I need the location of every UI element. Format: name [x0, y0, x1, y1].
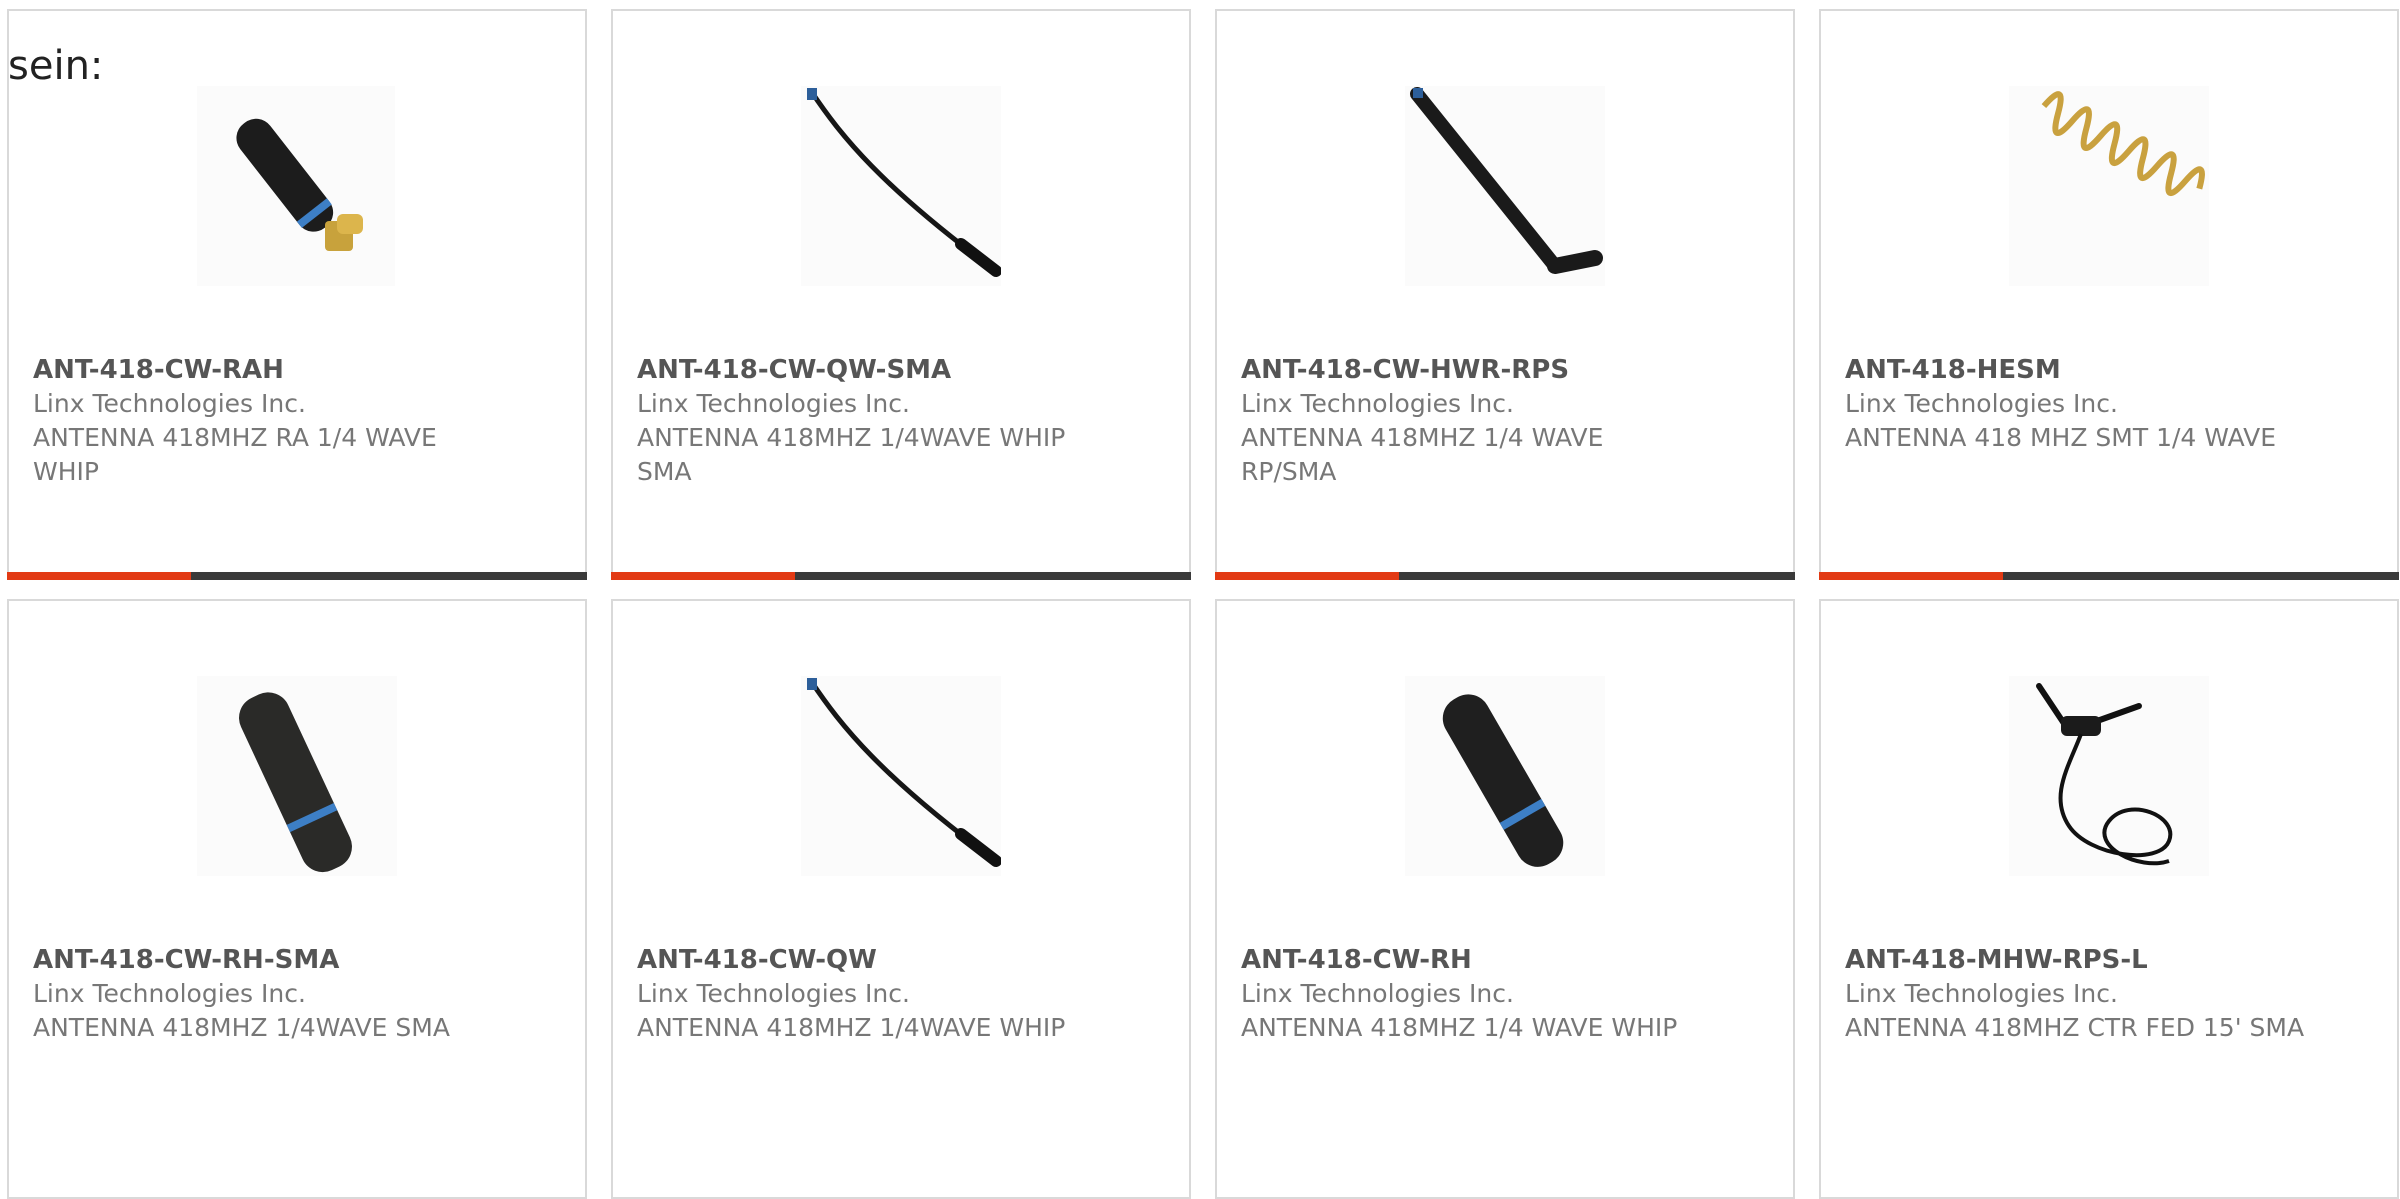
- part-number-link[interactable]: ANT-418-CW-RAH: [33, 353, 493, 387]
- part-number-link[interactable]: ANT-418-MHW-RPS-L: [1845, 943, 2305, 977]
- description: ANTENNA 418MHZ 1/4WAVE WHIP: [637, 1013, 1066, 1042]
- product-card[interactable]: ANT-418-CW-HWR-RPS Linx Technologies Inc…: [1215, 9, 1795, 580]
- product-image[interactable]: [1405, 86, 1605, 286]
- manufacturer: Linx Technologies Inc.: [33, 979, 306, 1008]
- antenna-helical-coil-icon: [2009, 86, 2209, 286]
- product-card[interactable]: ANT-418-CW-RH-SMA Linx Technologies Inc.…: [7, 599, 587, 1199]
- part-number-link[interactable]: ANT-418-HESM: [1845, 353, 2305, 387]
- antenna-stubby-icon: [197, 676, 397, 876]
- card-bar-accent: [1819, 572, 2003, 580]
- manufacturer: Linx Technologies Inc.: [33, 389, 306, 418]
- product-image[interactable]: [197, 86, 397, 286]
- manufacturer: Linx Technologies Inc.: [1845, 979, 2118, 1008]
- card-bar-accent: [1215, 572, 1399, 580]
- part-number-link[interactable]: ANT-418-CW-RH-SMA: [33, 943, 493, 977]
- antenna-hinged-whip-icon: [1405, 86, 1605, 286]
- product-card[interactable]: ANT-418-HESM Linx Technologies Inc. ANTE…: [1819, 9, 2399, 580]
- description: ANTENNA 418MHZ 1/4WAVE WHIP SMA: [637, 423, 1066, 486]
- card-bar-accent: [611, 572, 795, 580]
- product-image[interactable]: [2009, 676, 2209, 876]
- manufacturer: Linx Technologies Inc.: [637, 979, 910, 1008]
- part-number-link[interactable]: ANT-418-CW-HWR-RPS: [1241, 353, 1701, 387]
- product-grid: ANT-418-CW-RAH Linx Technologies Inc. AN…: [0, 0, 2400, 1199]
- description: ANTENNA 418 MHZ SMT 1/4 WAVE: [1845, 423, 2277, 452]
- product-card[interactable]: ANT-418-CW-RH Linx Technologies Inc. ANT…: [1215, 599, 1795, 1199]
- antenna-stubby-icon: [1405, 676, 1605, 876]
- description: ANTENNA 418MHZ CTR FED 15' SMA: [1845, 1013, 2305, 1042]
- card-bar: [611, 572, 1191, 580]
- product-card[interactable]: ANT-418-CW-QW-SMA Linx Technologies Inc.…: [611, 9, 1191, 580]
- description: ANTENNA 418MHZ RA 1/4 WAVE WHIP: [33, 423, 437, 486]
- product-image[interactable]: [801, 676, 1001, 876]
- part-number-link[interactable]: ANT-418-CW-QW: [637, 943, 1097, 977]
- product-image[interactable]: [801, 86, 1001, 286]
- manufacturer: Linx Technologies Inc.: [1241, 979, 1514, 1008]
- manufacturer: Linx Technologies Inc.: [1845, 389, 2118, 418]
- antenna-right-angle-stubby-icon: [197, 86, 395, 286]
- intro-text: sein:: [8, 43, 104, 89]
- manufacturer: Linx Technologies Inc.: [637, 389, 910, 418]
- product-card[interactable]: ANT-418-MHW-RPS-L Linx Technologies Inc.…: [1819, 599, 2399, 1199]
- part-number-link[interactable]: ANT-418-CW-QW-SMA: [637, 353, 1097, 387]
- product-card[interactable]: ANT-418-CW-QW Linx Technologies Inc. ANT…: [611, 599, 1191, 1199]
- description: ANTENNA 418MHZ 1/4WAVE SMA: [33, 1013, 450, 1042]
- product-card[interactable]: ANT-418-CW-RAH Linx Technologies Inc. AN…: [7, 9, 587, 580]
- card-bar: [1215, 572, 1795, 580]
- description: ANTENNA 418MHZ 1/4 WAVE WHIP: [1241, 1013, 1678, 1042]
- part-number-link[interactable]: ANT-418-CW-RH: [1241, 943, 1701, 977]
- card-bar-accent: [7, 572, 191, 580]
- antenna-thin-whip-icon: [801, 86, 1001, 286]
- card-bar: [1819, 572, 2399, 580]
- product-image[interactable]: [2009, 86, 2209, 286]
- card-bar: [7, 572, 587, 580]
- antenna-thin-whip-icon: [801, 676, 1001, 876]
- manufacturer: Linx Technologies Inc.: [1241, 389, 1514, 418]
- description: ANTENNA 418MHZ 1/4 WAVE RP/SMA: [1241, 423, 1604, 486]
- product-image[interactable]: [1405, 676, 1605, 876]
- antenna-cable-mount-icon: [2009, 676, 2209, 876]
- product-image[interactable]: [197, 676, 397, 876]
